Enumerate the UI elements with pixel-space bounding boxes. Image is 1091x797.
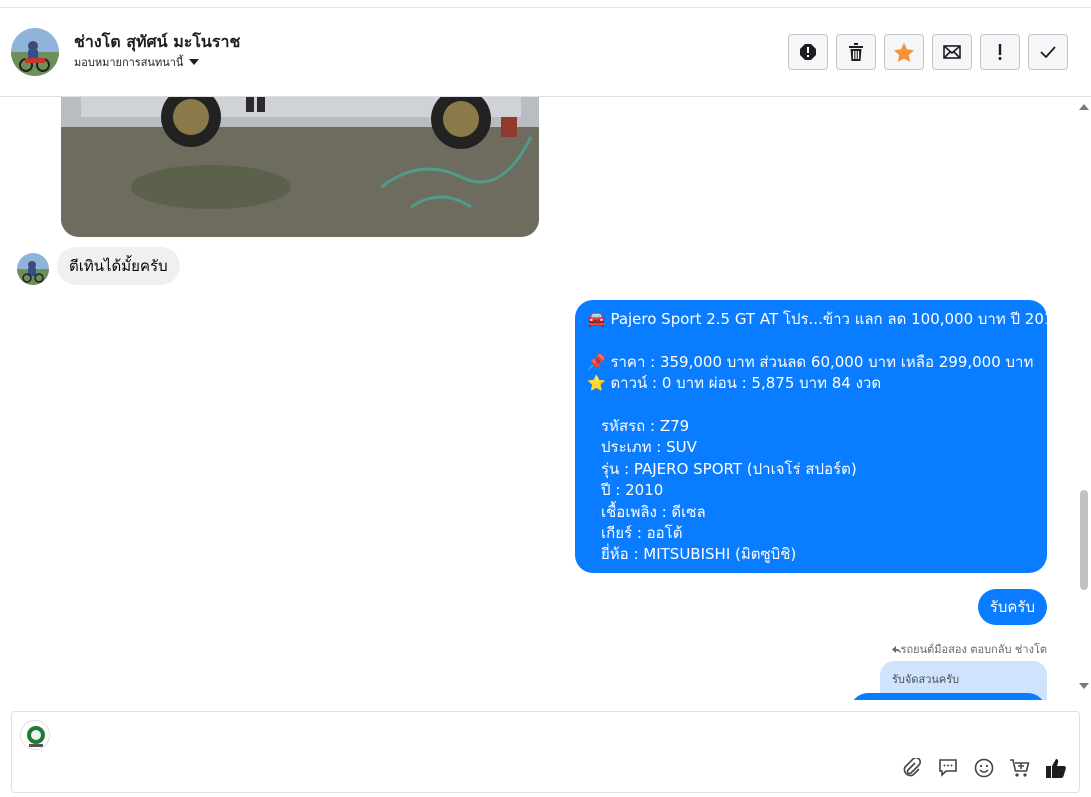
mark-unread-button[interactable]: [932, 34, 972, 70]
message-thread[interactable]: ตีเทินได้มั้ยครับ 🚘 Pajero Sport 2.5 GT …: [0, 97, 1076, 700]
mark-done-button[interactable]: [1028, 34, 1068, 70]
trash-icon: [849, 43, 863, 61]
listing-code: รหัสรถ : Z79: [601, 416, 690, 435]
thread-scrollbar[interactable]: [1076, 97, 1091, 700]
outgoing-listing-message[interactable]: 🚘 Pajero Sport 2.5 GT AT โปร...ข้าว แลก …: [575, 300, 1063, 573]
listing-fuel: เชื้อเพลิง : ดีเซล: [601, 502, 706, 521]
outgoing-short-message[interactable]: รับครับ: [977, 589, 1047, 625]
composer-tools: [900, 756, 1068, 780]
star-button[interactable]: [884, 34, 924, 70]
check-icon: [1040, 46, 1056, 58]
mail-icon: [943, 45, 961, 59]
reply-message[interactable]: [850, 693, 1046, 700]
scroll-thumb[interactable]: [1080, 490, 1088, 590]
listing-model: รุ่น : PAJERO SPORT (ปาเจโร่ สปอร์ต): [601, 459, 857, 478]
listing-down-payment: ⭐ ดาวน์ : 0 บาท ผ่อน : 5,875 บาท 84 งวด: [587, 374, 882, 393]
alert-circle-icon: [800, 44, 816, 60]
follow-up-button[interactable]: [980, 34, 1020, 70]
assign-conversation-dropdown[interactable]: มอบหมายการสนทนานี้: [74, 53, 200, 71]
delete-button[interactable]: [836, 34, 876, 70]
thumbs-up-icon: [1046, 759, 1066, 778]
emoji-button[interactable]: [972, 756, 996, 780]
paperclip-icon: [903, 758, 922, 777]
star-icon: [894, 42, 914, 62]
attach-button[interactable]: [900, 756, 924, 780]
page-logo: [20, 720, 50, 750]
sender-avatar[interactable]: [17, 253, 49, 285]
incoming-message[interactable]: ตีเทินได้มั้ยครับ: [57, 247, 180, 285]
scroll-up-arrow[interactable]: [1079, 104, 1089, 110]
car-photo[interactable]: [61, 97, 539, 237]
listing-gear: เกียร์ : ออโต้: [601, 523, 683, 542]
exclamation-icon: [998, 44, 1002, 60]
top-divider: [0, 0, 1091, 8]
smiley-icon: [974, 758, 994, 778]
header-actions: [788, 34, 1068, 70]
caret-down-icon: [189, 59, 200, 65]
mark-spam-button[interactable]: [788, 34, 828, 70]
conversation-header: ช่างโต สุทัศน์ มะโนราช มอบหมายการสนทนานี…: [0, 8, 1091, 97]
like-button[interactable]: [1044, 756, 1068, 780]
scroll-down-arrow[interactable]: [1079, 683, 1089, 689]
contact-avatar[interactable]: [11, 28, 59, 76]
saved-replies-button[interactable]: [936, 756, 960, 780]
reply-label-text: รถยนต์มือสอง ตอบกลับ ช่างโต: [900, 643, 1047, 656]
listing-brand: ยี่ห้อ : MITSUBISHI (มิตซูบิชิ): [601, 545, 797, 564]
shop-button[interactable]: [1008, 756, 1032, 780]
listing-type: ประเภท : SUV: [601, 438, 697, 457]
assign-label: มอบหมายการสนทนานี้: [74, 56, 184, 69]
message-composer: [11, 711, 1080, 793]
cart-icon: [1010, 759, 1030, 777]
reply-arrow-icon: [891, 646, 901, 654]
chat-bubble-icon: [939, 759, 957, 777]
reply-label: รถยนต์มือสอง ตอบกลับ ช่างโต: [891, 640, 1047, 658]
message-input[interactable]: [60, 722, 1040, 748]
contact-name: ช่างโต สุทัศน์ มะโนราช: [74, 32, 241, 51]
listing-price: 📌 ราคา : 359,000 บาท ส่วนลด 60,000 บาท เ…: [587, 352, 1034, 371]
listing-title: 🚘 Pajero Sport 2.5 GT AT โปร...ข้าว แลก …: [587, 310, 1063, 328]
listing-year: ปี : 2010: [601, 481, 664, 500]
